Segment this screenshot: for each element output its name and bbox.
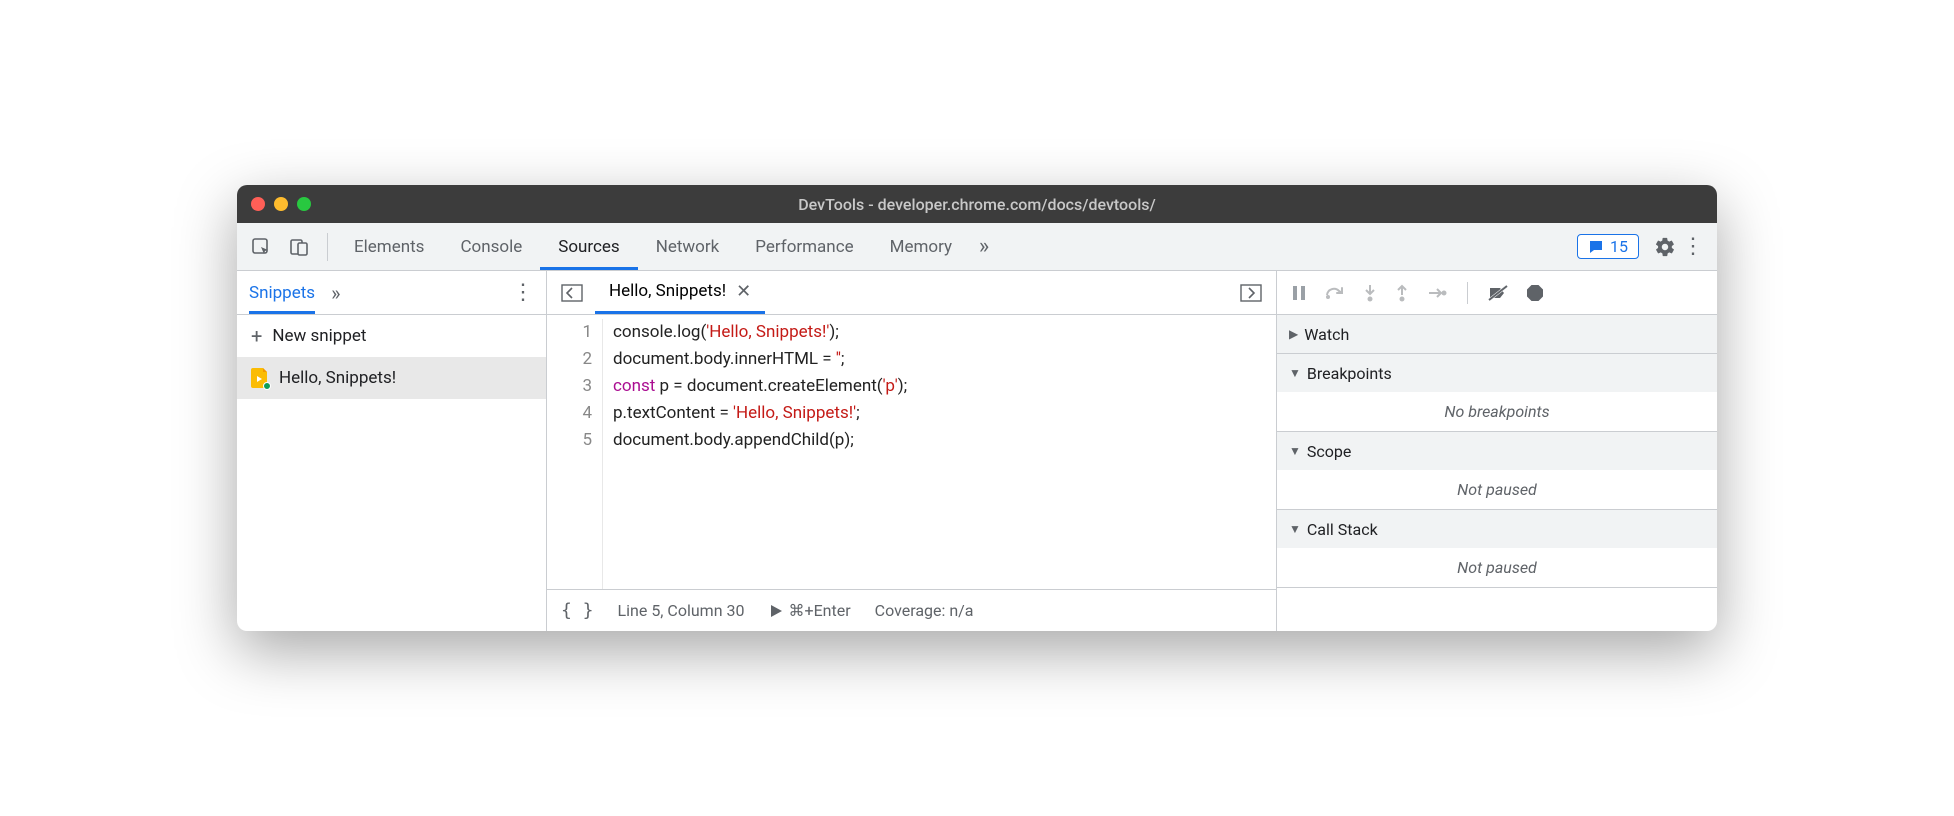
window-controls	[251, 197, 311, 211]
nav-back-icon[interactable]	[557, 284, 587, 302]
step-into-icon[interactable]	[1363, 284, 1377, 302]
step-out-icon[interactable]	[1395, 284, 1409, 302]
pause-exceptions-icon[interactable]	[1526, 284, 1544, 302]
debugger-toolbar	[1277, 271, 1717, 315]
tab-elements[interactable]: Elements	[336, 223, 442, 270]
snippet-file-icon	[251, 368, 269, 388]
line-gutter: 12345	[547, 319, 603, 589]
sidebar-menu-icon[interactable]: ⋮	[512, 280, 534, 305]
debug-section-call-stack[interactable]: ▼Call Stack	[1277, 510, 1717, 548]
minimize-window-button[interactable]	[274, 197, 288, 211]
step-over-icon[interactable]	[1325, 285, 1345, 301]
inspect-element-icon[interactable]	[247, 233, 275, 261]
nav-forward-icon[interactable]	[1236, 284, 1266, 302]
editor-status-bar: { } Line 5, Column 30 ⌘+Enter Coverage: …	[547, 589, 1276, 631]
debug-section-scope[interactable]: ▼Scope	[1277, 432, 1717, 470]
debug-section-body: Not paused	[1277, 470, 1717, 509]
deactivate-breakpoints-icon[interactable]	[1488, 285, 1508, 301]
code-area[interactable]: 12345 console.log('Hello, Snippets!');do…	[547, 315, 1276, 589]
more-tabs-icon[interactable]: »	[970, 233, 998, 261]
device-toggle-icon[interactable]	[285, 233, 313, 261]
pause-icon[interactable]	[1291, 285, 1307, 301]
editor-header: Hello, Snippets! ✕	[547, 271, 1276, 315]
settings-icon[interactable]	[1651, 233, 1679, 261]
issues-badge[interactable]: 15	[1577, 234, 1639, 259]
devtools-window: DevTools - developer.chrome.com/docs/dev…	[237, 185, 1717, 631]
more-menu-icon[interactable]: ⋮	[1679, 233, 1707, 261]
tab-console[interactable]: Console	[442, 223, 540, 270]
pretty-print-icon[interactable]: { }	[561, 600, 594, 621]
coverage-status: Coverage: n/a	[875, 601, 974, 620]
snippets-tab[interactable]: Snippets	[249, 272, 315, 314]
debugger-sidebar: ▶Watch▼BreakpointsNo breakpoints▼ScopeNo…	[1277, 271, 1717, 631]
plus-icon: +	[251, 324, 262, 348]
sidebar-more-tabs-icon[interactable]: »	[331, 281, 340, 305]
issues-count: 15	[1610, 237, 1628, 256]
tab-memory[interactable]: Memory	[872, 223, 970, 270]
editor-tab-name: Hello, Snippets!	[609, 281, 726, 301]
cursor-position: Line 5, Column 30	[618, 601, 745, 620]
tab-network[interactable]: Network	[638, 223, 738, 270]
run-snippet-button[interactable]: ⌘+Enter	[769, 601, 851, 620]
snippet-item[interactable]: Hello, Snippets!	[237, 357, 546, 399]
tab-performance[interactable]: Performance	[737, 223, 871, 270]
run-shortcut: ⌘+Enter	[789, 601, 851, 620]
navigator-sidebar: Snippets » ⋮ + New snippet Hello, Snippe…	[237, 271, 547, 631]
snippet-name: Hello, Snippets!	[279, 368, 396, 388]
code-editor: Hello, Snippets! ✕ 12345 console.log('He…	[547, 271, 1277, 631]
zoom-window-button[interactable]	[297, 197, 311, 211]
debug-section-body: No breakpoints	[1277, 392, 1717, 431]
disclosure-triangle-icon: ▶	[1289, 327, 1298, 341]
editor-tab[interactable]: Hello, Snippets! ✕	[595, 271, 765, 314]
window-title: DevTools - developer.chrome.com/docs/dev…	[798, 195, 1156, 214]
new-snippet-button[interactable]: + New snippet	[237, 315, 546, 357]
new-snippet-label: New snippet	[272, 326, 366, 346]
disclosure-triangle-icon: ▼	[1289, 444, 1301, 458]
step-icon[interactable]	[1427, 286, 1447, 300]
disclosure-triangle-icon: ▼	[1289, 522, 1301, 536]
close-window-button[interactable]	[251, 197, 265, 211]
close-tab-icon[interactable]: ✕	[736, 281, 751, 302]
debug-section-watch[interactable]: ▶Watch	[1277, 315, 1717, 353]
debug-section-breakpoints[interactable]: ▼Breakpoints	[1277, 354, 1717, 392]
tab-sources[interactable]: Sources	[540, 223, 637, 270]
titlebar: DevTools - developer.chrome.com/docs/dev…	[237, 185, 1717, 223]
panel-tabs: ElementsConsoleSourcesNetworkPerformance…	[336, 223, 970, 270]
main-content: Snippets » ⋮ + New snippet Hello, Snippe…	[237, 271, 1717, 631]
sidebar-header: Snippets » ⋮	[237, 271, 546, 315]
main-toolbar: ElementsConsoleSourcesNetworkPerformance…	[237, 223, 1717, 271]
debug-section-body: Not paused	[1277, 548, 1717, 587]
disclosure-triangle-icon: ▼	[1289, 366, 1301, 380]
code-lines: console.log('Hello, Snippets!');document…	[603, 319, 907, 589]
